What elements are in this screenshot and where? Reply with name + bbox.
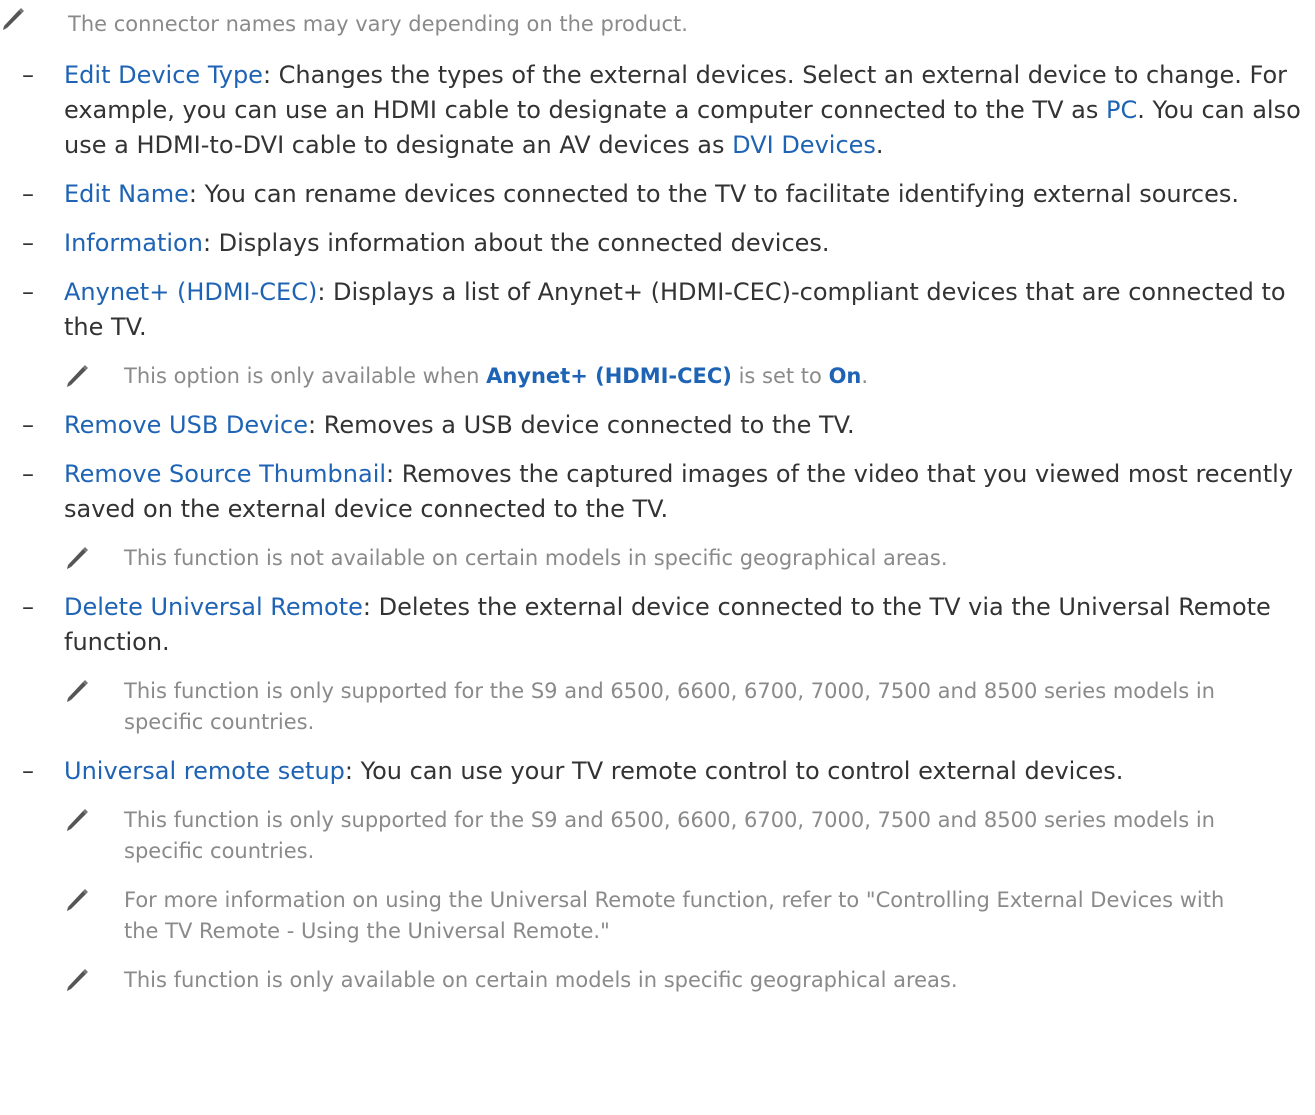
top-note: The connector names may vary depending o… (0, 4, 688, 44)
description-text: : Removes a USB device connected to the … (308, 411, 855, 439)
note-universal-remote-setup-2: For more information on using the Univer… (64, 885, 1315, 947)
pencil-note-icon (64, 965, 124, 993)
list-item-universal-remote-setup: – Universal remote setup: You can use yo… (0, 754, 1315, 789)
note-text: This function is only available on certa… (124, 968, 958, 992)
term-pc: PC (1105, 96, 1138, 124)
note-text: This function is only supported for the … (124, 679, 1215, 734)
term-universal-remote-setup: Universal remote setup (64, 757, 345, 785)
note-text: For more information on using the Univer… (124, 888, 1225, 943)
pencil-note-icon (64, 676, 124, 704)
note-anynet: This option is only available when Anyne… (64, 361, 1315, 392)
term-anynet: Anynet+ (HDMI-CEC) (64, 278, 318, 306)
item-description: Universal remote setup: You can use your… (64, 754, 1315, 789)
note-universal-remote-setup-3: This function is only available on certa… (64, 965, 1315, 996)
item-description: Edit Name: You can rename devices connec… (64, 177, 1315, 212)
note-text: This option is only available when Anyne… (124, 361, 928, 392)
list-item-information: – Information: Displays information abou… (0, 226, 1315, 261)
list-dash: – (22, 411, 34, 439)
term-remove-usb: Remove USB Device (64, 411, 308, 439)
description-text: : You can rename devices connected to th… (188, 180, 1240, 208)
pencil-note-icon (64, 543, 124, 571)
pencil-note-icon (64, 805, 124, 833)
note-text: This function is only supported for the … (124, 808, 1215, 863)
note-term-anynet: Anynet+ (HDMI-CEC) (486, 364, 732, 388)
pencil-note-icon (64, 361, 124, 389)
option-list: – Edit Device Type: Changes the types of… (0, 58, 1315, 1012)
term-edit-name: Edit Name (64, 180, 189, 208)
item-description: Information: Displays information about … (64, 226, 1315, 261)
list-dash: – (22, 229, 34, 257)
description-text: : You can use your TV remote control to … (344, 757, 1124, 785)
item-description: Remove Source Thumbnail: Removes the cap… (64, 457, 1315, 527)
note-universal-remote-setup-1: This function is only supported for the … (64, 805, 1315, 867)
list-dash: – (22, 61, 34, 89)
note-remove-thumbnail: This function is not available on certai… (64, 543, 1315, 574)
list-dash: – (22, 460, 34, 488)
note-fragment: This option is only available when (124, 364, 487, 388)
term-delete-universal-remote: Delete Universal Remote (64, 593, 363, 621)
list-dash: – (22, 278, 34, 306)
item-description: Anynet+ (HDMI-CEC): Displays a list of A… (64, 275, 1315, 345)
list-item-edit-device-type: – Edit Device Type: Changes the types of… (0, 58, 1315, 163)
note-term-on: On (828, 364, 862, 388)
term-dvi-devices: DVI Devices (732, 131, 876, 159)
note-fragment: is set to (731, 364, 829, 388)
description-text: . (875, 131, 884, 159)
term-remove-thumbnail: Remove Source Thumbnail (64, 460, 387, 488)
top-note-text: The connector names may vary depending o… (68, 12, 688, 36)
list-item-anynet: – Anynet+ (HDMI-CEC): Displays a list of… (0, 275, 1315, 345)
list-dash: – (22, 180, 34, 208)
list-dash: – (22, 757, 34, 785)
list-item-edit-name: – Edit Name: You can rename devices conn… (0, 177, 1315, 212)
list-dash: – (22, 593, 34, 621)
term-information: Information (64, 229, 203, 257)
note-fragment: . (861, 364, 869, 388)
list-item-delete-universal-remote: – Delete Universal Remote: Deletes the e… (0, 590, 1315, 660)
item-description: Remove USB Device: Removes a USB device … (64, 408, 1315, 443)
list-item-remove-thumbnail: – Remove Source Thumbnail: Removes the c… (0, 457, 1315, 527)
term-edit-device-type: Edit Device Type (64, 61, 263, 89)
list-item-remove-usb: – Remove USB Device: Removes a USB devic… (0, 408, 1315, 443)
pencil-note-icon (64, 885, 124, 913)
item-description: Edit Device Type: Changes the types of t… (64, 58, 1315, 163)
note-text: This function is not available on certai… (124, 546, 948, 570)
description-text: : Displays information about the connect… (202, 229, 830, 257)
item-description: Delete Universal Remote: Deletes the ext… (64, 590, 1315, 660)
note-delete-universal-remote: This function is only supported for the … (64, 676, 1315, 738)
pencil-note-icon (0, 4, 28, 32)
